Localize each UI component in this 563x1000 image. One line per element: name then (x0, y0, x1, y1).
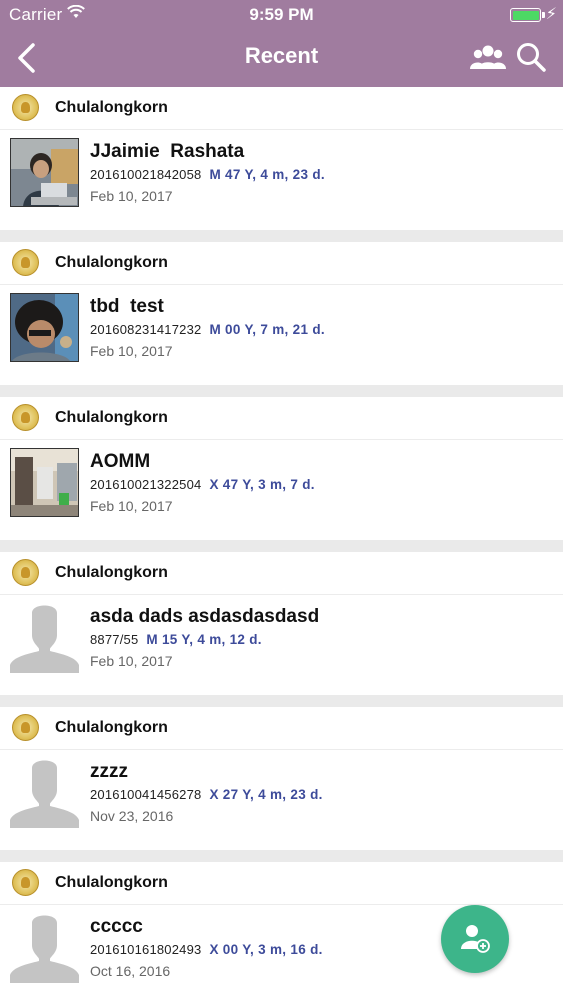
record-section: Chulalongkorn tbd test 201608231417232 M … (0, 242, 563, 397)
organization-header: Chulalongkorn (0, 87, 563, 130)
recent-list: Chulalongkorn JJaimie Rashata 2016100218… (0, 87, 563, 1000)
patient-photo (10, 448, 79, 517)
patient-id-line: 201610021322504 X 47 Y, 3 m, 7 d. (90, 477, 315, 492)
patient-name: zzzz (90, 761, 128, 782)
patient-id-line: 201610021842058 M 47 Y, 4 m, 23 d. (90, 167, 325, 182)
patient-name: AOMM (90, 451, 151, 472)
default-avatar-icon (10, 760, 79, 828)
patient-id: 201610041456278 (90, 787, 202, 802)
visit-date: Feb 10, 2017 (90, 653, 173, 669)
organization-name: Chulalongkorn (55, 409, 168, 426)
organization-header: Chulalongkorn (0, 552, 563, 595)
default-avatar-icon (10, 605, 79, 673)
patient-age: M 00 Y, 7 m, 21 d. (209, 322, 325, 337)
search-icon[interactable] (514, 40, 548, 74)
organization-seal-icon (12, 714, 39, 741)
organization-header: Chulalongkorn (0, 707, 563, 750)
patient-id: 201610021322504 (90, 477, 202, 492)
patient-id-line: 201608231417232 M 00 Y, 7 m, 21 d. (90, 322, 325, 337)
patient-id-line: 201610041456278 X 27 Y, 4 m, 23 d. (90, 787, 323, 802)
navigation-bar: Recent (0, 30, 563, 87)
organization-name: Chulalongkorn (55, 254, 168, 271)
patient-name: ccccc (90, 916, 143, 937)
visit-date: Feb 10, 2017 (90, 343, 173, 359)
patient-photo (10, 293, 79, 362)
organization-seal-icon (12, 249, 39, 276)
visit-date: Oct 16, 2016 (90, 963, 171, 979)
battery-icon (510, 8, 541, 22)
patient-row[interactable]: asda dads asdasdasdasd 8877/55 M 15 Y, 4 … (0, 596, 563, 695)
patient-id-line: 8877/55 M 15 Y, 4 m, 12 d. (90, 632, 262, 647)
organization-name: Chulalongkorn (55, 99, 168, 116)
patient-id: 201608231417232 (90, 322, 202, 337)
status-bar: Carrier 9:59 PM ⚡ (0, 0, 563, 30)
battery-tip (542, 12, 545, 18)
record-section: Chulalongkorn zzzz 201610041456278 X 27 Y… (0, 707, 563, 862)
record-section: Chulalongkorn asda dads asdasdasdasd 887… (0, 552, 563, 707)
patient-id: 201610161802493 (90, 942, 202, 957)
organization-header: Chulalongkorn (0, 397, 563, 440)
patient-age: M 47 Y, 4 m, 23 d. (209, 167, 325, 182)
patient-id: 8877/55 (90, 632, 139, 647)
organization-header: Chulalongkorn (0, 862, 563, 905)
visit-date: Feb 10, 2017 (90, 498, 173, 514)
patient-id: 201610021842058 (90, 167, 202, 182)
group-icon[interactable] (470, 42, 506, 74)
patient-name: asda dads asdasdasdasd (90, 606, 320, 627)
patient-age: M 15 Y, 4 m, 12 d. (146, 632, 262, 647)
record-section: Chulalongkorn AOMM 201610021322504 X 47 Y… (0, 397, 563, 552)
organization-name: Chulalongkorn (55, 564, 168, 581)
patient-age: X 27 Y, 4 m, 23 d. (209, 787, 323, 802)
patient-name: tbd test (90, 296, 164, 317)
patient-row[interactable]: tbd test 201608231417232 M 00 Y, 7 m, 21 … (0, 286, 563, 385)
patient-row[interactable]: zzzz 201610041456278 X 27 Y, 4 m, 23 d. N… (0, 751, 563, 850)
visit-date: Nov 23, 2016 (90, 808, 174, 824)
patient-name: JJaimie Rashata (90, 141, 245, 162)
organization-name: Chulalongkorn (55, 719, 168, 736)
organization-name: Chulalongkorn (55, 874, 168, 891)
default-avatar-icon (10, 915, 79, 983)
top-bar: Carrier 9:59 PM ⚡ Recent (0, 0, 563, 87)
clock: 9:59 PM (249, 5, 314, 24)
visit-date: Feb 10, 2017 (90, 188, 173, 204)
patient-age: X 47 Y, 3 m, 7 d. (209, 477, 315, 492)
organization-seal-icon (12, 94, 39, 121)
organization-header: Chulalongkorn (0, 242, 563, 285)
patient-row[interactable]: JJaimie Rashata 201610021842058 M 47 Y, 4… (0, 131, 563, 230)
add-person-icon (461, 925, 490, 953)
patient-row[interactable]: AOMM 201610021322504 X 47 Y, 3 m, 7 d. Fe… (0, 441, 563, 540)
organization-seal-icon (12, 404, 39, 431)
record-section: Chulalongkorn JJaimie Rashata 2016100218… (0, 87, 563, 242)
patient-photo (10, 138, 79, 207)
patient-age: X 00 Y, 3 m, 16 d. (209, 942, 323, 957)
patient-id-line: 201610161802493 X 00 Y, 3 m, 16 d. (90, 942, 323, 957)
organization-seal-icon (12, 869, 39, 896)
charging-icon: ⚡ (545, 6, 557, 23)
add-patient-button[interactable] (441, 905, 509, 973)
organization-seal-icon (12, 559, 39, 586)
